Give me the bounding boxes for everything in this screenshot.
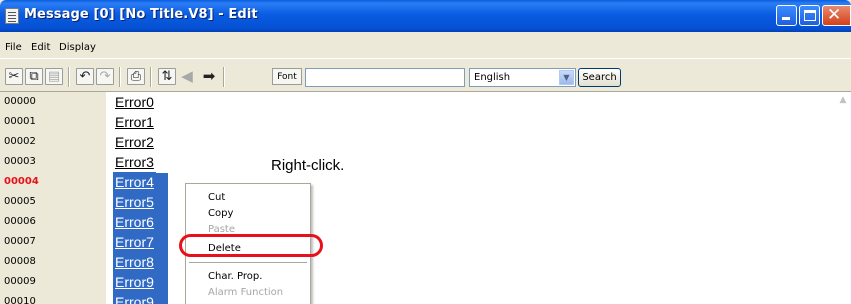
menu-separator: [189, 262, 307, 263]
document-icon: [5, 8, 19, 24]
message-cell[interactable]: Error0: [113, 92, 156, 112]
menu-file[interactable]: File: [5, 42, 22, 53]
language-value: English: [474, 72, 511, 83]
annotation-text: Right-click.: [271, 157, 345, 174]
row-number: 00000: [4, 96, 36, 107]
editor-window: Message [0] [No Title.V8] - Edit ✕ File …: [0, 0, 851, 304]
row-number: 00006: [4, 216, 36, 227]
message-cell[interactable]: Error1: [113, 112, 156, 132]
message-cell-selected[interactable]: Error8: [113, 252, 156, 272]
toolbar-separator: [119, 67, 121, 87]
message-cell[interactable]: Error2: [113, 132, 156, 152]
minimize-button[interactable]: [776, 5, 797, 26]
row-number: 00009: [4, 276, 36, 287]
maximize-icon: [804, 10, 816, 21]
row-number: 00002: [4, 136, 36, 147]
row-number-current: 00004: [4, 176, 39, 187]
menu-edit[interactable]: Edit: [31, 42, 50, 53]
row-number: 00001: [4, 116, 36, 127]
maximize-button[interactable]: [799, 5, 820, 26]
title-bar: Message [0] [No Title.V8] - Edit ✕: [0, 0, 851, 32]
context-menu-alarm-function[interactable]: Alarm Function: [208, 284, 283, 301]
redo-icon[interactable]: ↷: [96, 68, 114, 85]
window-title: Message [0] [No Title.V8] - Edit: [24, 7, 258, 22]
row-number: 00008: [4, 256, 36, 267]
delete-highlight-ring: [179, 234, 323, 257]
minimize-icon: [782, 17, 790, 20]
search-button[interactable]: Search: [578, 68, 621, 87]
language-select[interactable]: English ▼: [469, 68, 576, 87]
arrow-right-icon[interactable]: ➡: [200, 68, 218, 85]
toolbar-separator: [223, 67, 225, 87]
search-input[interactable]: [305, 68, 465, 87]
close-button[interactable]: ✕: [822, 5, 851, 26]
print-icon[interactable]: ⎙: [127, 68, 145, 85]
message-cell-selected[interactable]: Error9: [113, 272, 156, 292]
message-cell[interactable]: Error3: [113, 152, 156, 172]
scroll-up-icon[interactable]: ▲: [835, 92, 851, 108]
toolbar-separator: [150, 67, 152, 87]
message-cell-selected[interactable]: Error6: [113, 212, 156, 232]
message-cell-selected[interactable]: Error9: [113, 292, 156, 304]
find-replace-icon[interactable]: ⇅: [158, 68, 176, 85]
copy-icon[interactable]: ⧉: [25, 68, 43, 85]
menu-bar: File Edit Display: [0, 34, 851, 57]
context-menu-copy[interactable]: Copy: [208, 205, 233, 222]
row-number: 00003: [4, 156, 36, 167]
toolbar-separator: [68, 67, 70, 87]
arrow-left-icon[interactable]: ◀: [178, 68, 196, 85]
row-number: 00010: [4, 296, 36, 304]
row-number-column: 00000 00001 00002 00003 00004 00005 0000…: [0, 92, 106, 304]
font-button[interactable]: Font: [272, 68, 302, 85]
cut-icon[interactable]: ✂: [5, 68, 23, 85]
toolbar: ✂ ⧉ ▤ ↶ ↷ ⎙ ⇅ ◀ ➡ Font English ▼ Search: [0, 58, 851, 92]
row-number: 00005: [4, 196, 36, 207]
message-cell-selected[interactable]: Error5: [113, 192, 156, 212]
chevron-down-icon[interactable]: ▼: [559, 70, 574, 85]
context-menu-cut[interactable]: Cut: [208, 189, 225, 206]
close-icon: ✕: [827, 5, 842, 25]
message-cell-selected[interactable]: Error4: [113, 172, 156, 192]
context-menu-char-prop[interactable]: Char. Prop.: [208, 268, 262, 285]
row-number: 00007: [4, 236, 36, 247]
menu-display[interactable]: Display: [59, 42, 96, 53]
message-cell-selected[interactable]: Error7: [113, 232, 156, 252]
message-list: 00000 00001 00002 00003 00004 00005 0000…: [0, 92, 851, 304]
undo-icon[interactable]: ↶: [76, 68, 94, 85]
paste-icon[interactable]: ▤: [45, 68, 63, 85]
